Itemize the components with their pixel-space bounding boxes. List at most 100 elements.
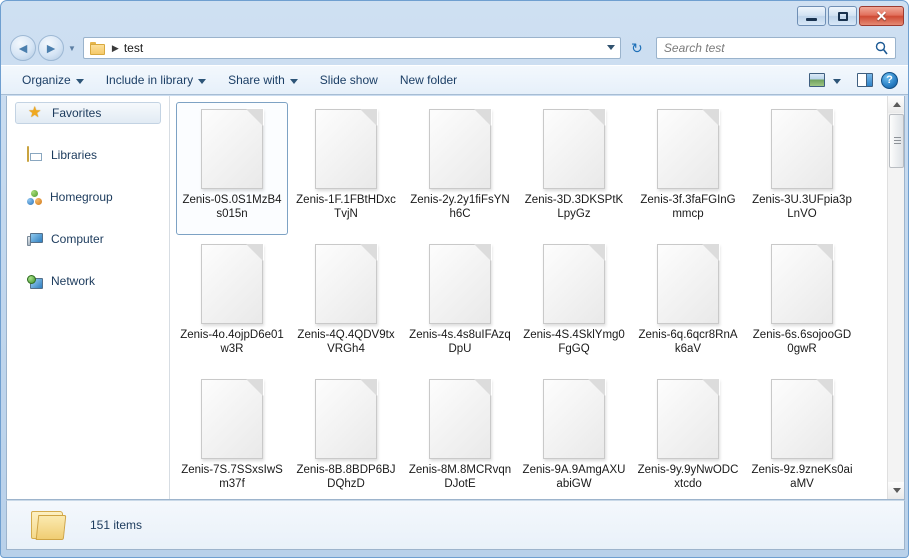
file-name-label: Zenis-6s.6sojooGD0gwR [752,329,852,355]
maximize-button[interactable] [828,6,857,26]
document-file-icon [543,378,606,459]
file-tile[interactable]: Zenis-4o.4ojpD6e01w3R [176,237,288,370]
recent-pages-chevron-icon[interactable]: ▼ [68,44,76,53]
star-icon: ★ [28,104,42,121]
breadcrumb-path[interactable]: test [124,41,143,55]
file-name-label: Zenis-2y.2y1fiFsYNh6C [410,194,510,220]
minimize-button[interactable] [797,6,826,26]
file-tile[interactable]: Zenis-3U.3UFpia3pLnVO [746,102,858,235]
file-tile[interactable]: Zenis-3D.3DKSPtKLpyGz [518,102,630,235]
view-options-icon [809,73,825,87]
file-name-label: Zenis-7S.7SSxsIwSm37f [181,464,283,490]
document-file-icon [657,378,720,459]
sidebar-item-label: Computer [51,232,104,246]
file-name-label: Zenis-9y.9yNwODCxtcdo [637,464,739,490]
toolbar-item-slide-show[interactable]: Slide show [311,68,387,92]
forward-arrow-icon: ► [44,40,58,56]
change-view-button[interactable] [805,68,829,92]
file-name-label: Zenis-3f.3faFGInGmmcp [640,194,736,220]
content-area: ★ Favorites Libraries Homegroup Computer [6,96,905,500]
open-folder-icon [29,509,67,541]
file-tile[interactable]: Zenis-6s.6sojooGD0gwR [746,237,858,370]
file-grid: Zenis-0S.0S1MzB4s015n Zenis-1F.1FBtHDxcTv… [170,96,872,499]
status-bar: 151 items [6,500,905,550]
file-tile[interactable]: Zenis-1F.1FBtHDxcTvjN [290,102,402,235]
file-tile[interactable]: Zenis-7S.7SSxsIwSm37f [176,372,288,499]
toolbar-item-new-folder[interactable]: New folder [391,68,466,92]
file-tile[interactable]: Zenis-4S.4SklYmg0FgGQ [518,237,630,370]
preview-pane-icon [857,73,873,87]
file-name-label: Zenis-8B.8BDP6BJDQhzD [296,464,396,490]
scroll-down-button[interactable] [888,482,904,499]
file-name-label: Zenis-3U.3UFpia3pLnVO [752,194,852,220]
preview-pane-button[interactable] [853,68,877,92]
toolbar-item-share-with[interactable]: Share with [219,68,307,92]
file-tile[interactable]: Zenis-9A.9AmgAXUabiGW [518,372,630,499]
address-bar[interactable]: ▶ test [82,37,621,59]
file-tile[interactable]: Zenis-2y.2y1fiFsYNh6C [404,102,516,235]
explorer-window: ✕ ◄ ► ▼ ▶ test ↻ Search test Organize In… [0,0,909,558]
sidebar-item-label: Network [51,274,96,288]
file-tile[interactable]: Zenis-8B.8BDP6BJDQhzD [290,372,402,499]
file-tile[interactable]: Zenis-4s.4s8uIFAzqDpU [404,237,516,370]
vertical-scrollbar[interactable] [887,96,904,499]
sidebar-item-label: Homegroup [50,190,113,204]
toolbar-label-organize: Organize [22,73,71,87]
file-tile[interactable]: Zenis-6q.6qcr8RnAk6aV [632,237,744,370]
forward-button[interactable]: ► [38,35,64,61]
file-name-label: Zenis-0S.0S1MzB4s015n [182,194,282,220]
search-input[interactable] [663,41,864,55]
back-arrow-icon: ◄ [16,40,30,56]
document-file-icon [543,243,606,324]
back-button[interactable]: ◄ [10,35,36,61]
view-chevron-down-icon[interactable] [833,78,841,84]
close-button[interactable]: ✕ [859,6,904,26]
file-tile[interactable]: Zenis-3f.3faFGInGmmcp [632,102,744,235]
document-file-icon [201,108,264,189]
sidebar-item-libraries[interactable]: Libraries [15,144,161,166]
maximize-icon [837,11,848,21]
chevron-down-icon [892,488,901,493]
document-file-icon [657,108,720,189]
toolbar-item-include-in-library[interactable]: Include in library [97,68,215,92]
minimize-icon [806,17,817,21]
document-file-icon [429,378,492,459]
toolbar-item-organize[interactable]: Organize [13,68,93,92]
command-toolbar: Organize Include in library Share with S… [1,65,908,95]
file-name-label: Zenis-4o.4ojpD6e01w3R [180,329,284,355]
sidebar-item-network[interactable]: Network [15,270,161,292]
file-tile[interactable]: Zenis-9y.9yNwODCxtcdo [632,372,744,499]
file-list-pane[interactable]: Zenis-0S.0S1MzB4s015n Zenis-1F.1FBtHDxcTv… [170,96,904,499]
file-tile[interactable]: Zenis-9z.9zneKs0aiaMV [746,372,858,499]
chevron-down-icon [289,78,298,84]
file-tile[interactable]: Zenis-4Q.4QDV9txVRGh4 [290,237,402,370]
file-tile[interactable]: Zenis-0S.0S1MzB4s015n [176,102,288,235]
sidebar-item-computer[interactable]: Computer [15,228,161,250]
sidebar-item-homegroup[interactable]: Homegroup [15,186,161,208]
scroll-up-button[interactable] [888,96,904,113]
document-file-icon [771,108,834,189]
address-dropdown-icon[interactable] [606,45,615,50]
file-tile[interactable]: Zenis-8M.8MCRvqnDJotE [404,372,516,499]
sidebar-item-label: Favorites [52,106,102,120]
file-name-label: Zenis-8M.8MCRvqnDJotE [408,464,512,490]
search-icon[interactable] [875,41,888,56]
document-file-icon [315,378,378,459]
file-name-label: Zenis-6q.6qcr8RnAk6aV [638,329,738,355]
file-name-label: Zenis-3D.3DKSPtKLpyGz [524,194,624,220]
chevron-up-icon [892,102,901,107]
file-name-label: Zenis-4Q.4QDV9txVRGh4 [297,329,395,355]
window-controls: ✕ [797,6,904,26]
file-name-label: Zenis-1F.1FBtHDxcTvjN [296,194,396,220]
refresh-button[interactable]: ↻ [626,37,648,59]
navigation-buttons: ◄ ► ▼ [10,35,76,61]
breadcrumb-separator-icon: ▶ [111,42,119,53]
help-button[interactable]: ? [881,71,898,89]
search-box[interactable] [655,37,896,59]
scrollbar-thumb[interactable] [889,114,904,168]
document-file-icon [201,378,264,459]
sidebar-item-favorites[interactable]: ★ Favorites [15,102,161,124]
title-bar: ✕ [1,1,908,31]
scrollbar-grip-icon [894,137,901,146]
file-name-label: Zenis-4s.4s8uIFAzqDpU [409,329,511,355]
